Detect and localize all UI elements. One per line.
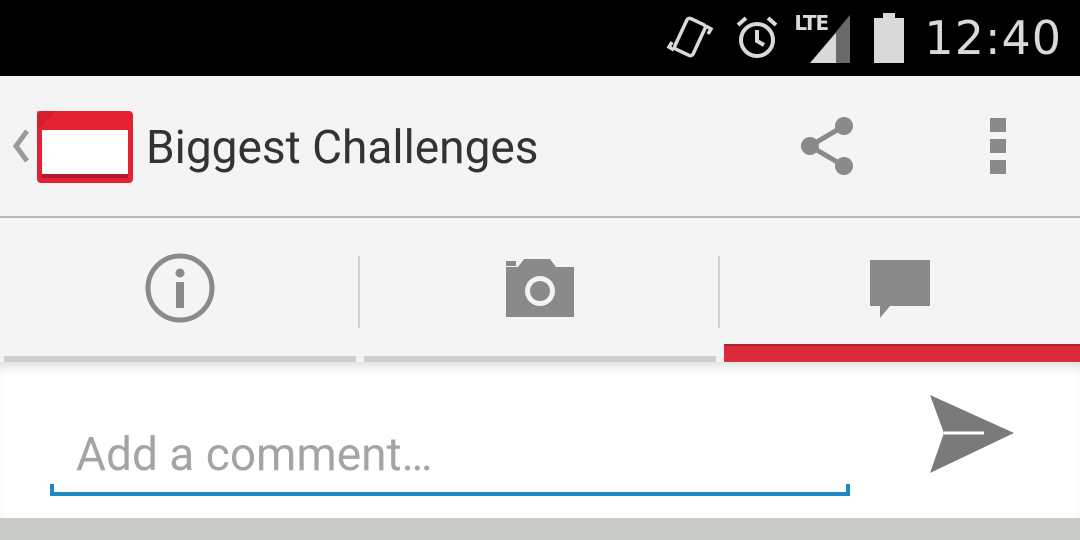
comment-composer (0, 362, 1080, 518)
app-icon[interactable] (36, 110, 134, 184)
overflow-menu-icon (988, 116, 1008, 180)
status-bar: LTE 12:40 (0, 0, 1080, 76)
signal-icon: LTE (794, 11, 854, 65)
share-icon (796, 114, 860, 182)
alarm-icon (732, 13, 782, 63)
info-icon (143, 251, 217, 329)
send-icon (924, 391, 1016, 481)
tab-comments[interactable] (720, 218, 1080, 362)
input-underline (50, 484, 850, 496)
page-title: Biggest Challenges (146, 121, 539, 175)
network-type-label: LTE (794, 11, 829, 35)
tab-bar (0, 218, 1080, 362)
action-bar: Biggest Challenges (0, 76, 1080, 218)
tab-photos[interactable] (360, 218, 720, 362)
send-button[interactable] (918, 390, 1022, 482)
share-button[interactable] (788, 112, 868, 184)
vibrate-icon (666, 12, 714, 64)
camera-icon (502, 257, 578, 323)
up-chevron-icon[interactable] (10, 128, 32, 164)
overflow-menu-button[interactable] (960, 112, 1036, 184)
status-icons: LTE 12:40 (666, 8, 1062, 68)
comment-input[interactable] (52, 416, 850, 494)
bottom-strip (0, 518, 1080, 540)
comment-icon (868, 256, 932, 324)
tab-indicator-selected (724, 344, 1080, 362)
status-clock: 12:40 (924, 11, 1062, 65)
tab-info[interactable] (0, 218, 360, 362)
battery-icon (872, 11, 906, 65)
